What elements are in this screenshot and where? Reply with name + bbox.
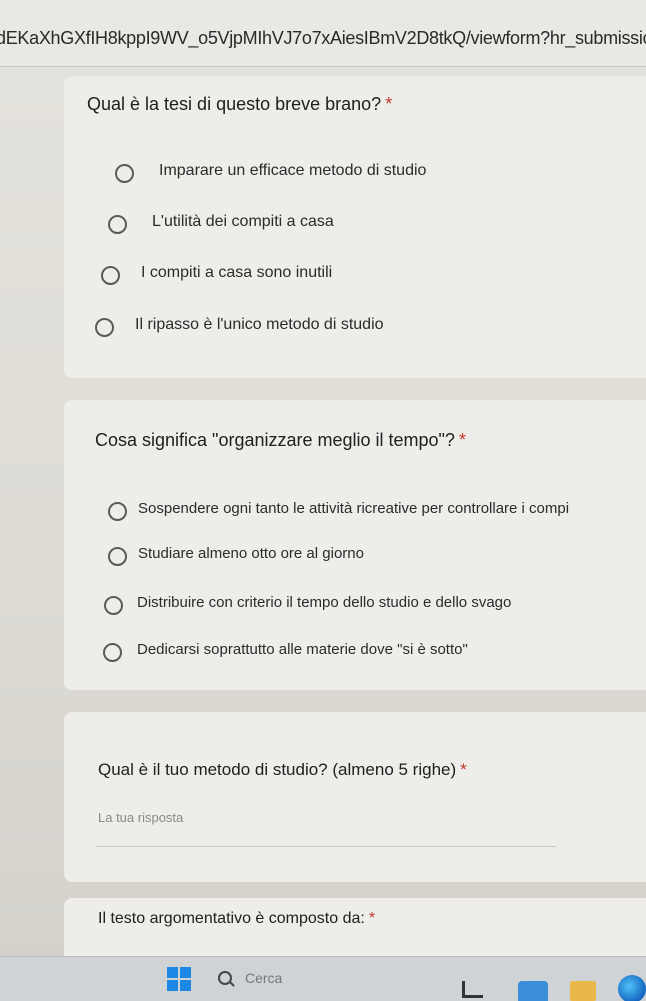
- option-label: Il ripasso è l'unico metodo di studio: [135, 316, 384, 333]
- required-mark: *: [368, 910, 376, 927]
- option-label: Imparare un efficace metodo di studio: [159, 162, 427, 179]
- question-title-text: Il testo argomentativo è composto da:: [98, 910, 365, 927]
- radio-button[interactable]: [104, 596, 123, 615]
- answer-text-field[interactable]: La tua risposta: [98, 810, 183, 825]
- radio-button[interactable]: [101, 266, 120, 285]
- taskbar-search-box[interactable]: Cerca: [245, 970, 282, 986]
- question-card-3: [64, 712, 646, 882]
- radio-button[interactable]: [108, 547, 127, 566]
- edge-browser-icon[interactable]: [618, 975, 646, 1001]
- answer-field-underline: [96, 846, 556, 847]
- required-mark: *: [385, 94, 393, 114]
- question-title-text: Qual è il tuo metodo di studio? (almeno …: [98, 760, 457, 779]
- windows-taskbar: Cerca: [0, 956, 646, 1001]
- option-label: Studiare almeno otto ore al giorno: [138, 545, 364, 562]
- option-label: I compiti a casa sono inutili: [141, 264, 333, 281]
- radio-button[interactable]: [108, 502, 127, 521]
- task-view-icon[interactable]: [462, 981, 483, 998]
- question-title-3: Qual è il tuo metodo di studio? (almeno …: [98, 760, 467, 780]
- option-label: Distribuire con criterio il tempo dello …: [137, 594, 512, 611]
- option-label: Dedicarsi soprattutto alle materie dove …: [137, 641, 468, 658]
- screen: dEKaXhGXfIH8kppI9WV_o5VjpMIhVJ7o7xAiesIB…: [0, 0, 646, 1001]
- question-title-text: Cosa significa "organizzare meglio il te…: [95, 430, 455, 450]
- question-title-4: Il testo argomentativo è composto da: *: [98, 910, 375, 928]
- widgets-icon[interactable]: [518, 981, 548, 1001]
- question-title-text: Qual è la tesi di questo breve brano?: [87, 94, 382, 114]
- file-explorer-icon[interactable]: [570, 981, 596, 1001]
- browser-address-bar[interactable]: dEKaXhGXfIH8kppI9WV_o5VjpMIhVJ7o7xAiesIB…: [0, 0, 646, 67]
- radio-button[interactable]: [115, 164, 134, 183]
- question-title-1: Qual è la tesi di questo breve brano? *: [87, 94, 392, 115]
- required-mark: *: [458, 430, 466, 450]
- windows-start-icon[interactable]: [167, 967, 191, 991]
- url-text[interactable]: dEKaXhGXfIH8kppI9WV_o5VjpMIhVJ7o7xAiesIB…: [0, 28, 646, 49]
- option-label: L'utilità dei compiti a casa: [152, 213, 334, 230]
- radio-button[interactable]: [103, 643, 122, 662]
- search-icon[interactable]: [218, 971, 232, 985]
- radio-button[interactable]: [108, 215, 127, 234]
- required-mark: *: [460, 760, 467, 779]
- radio-button[interactable]: [95, 318, 114, 337]
- option-label: Sospendere ogni tanto le attività ricrea…: [138, 500, 570, 517]
- question-title-2: Cosa significa "organizzare meglio il te…: [95, 430, 466, 451]
